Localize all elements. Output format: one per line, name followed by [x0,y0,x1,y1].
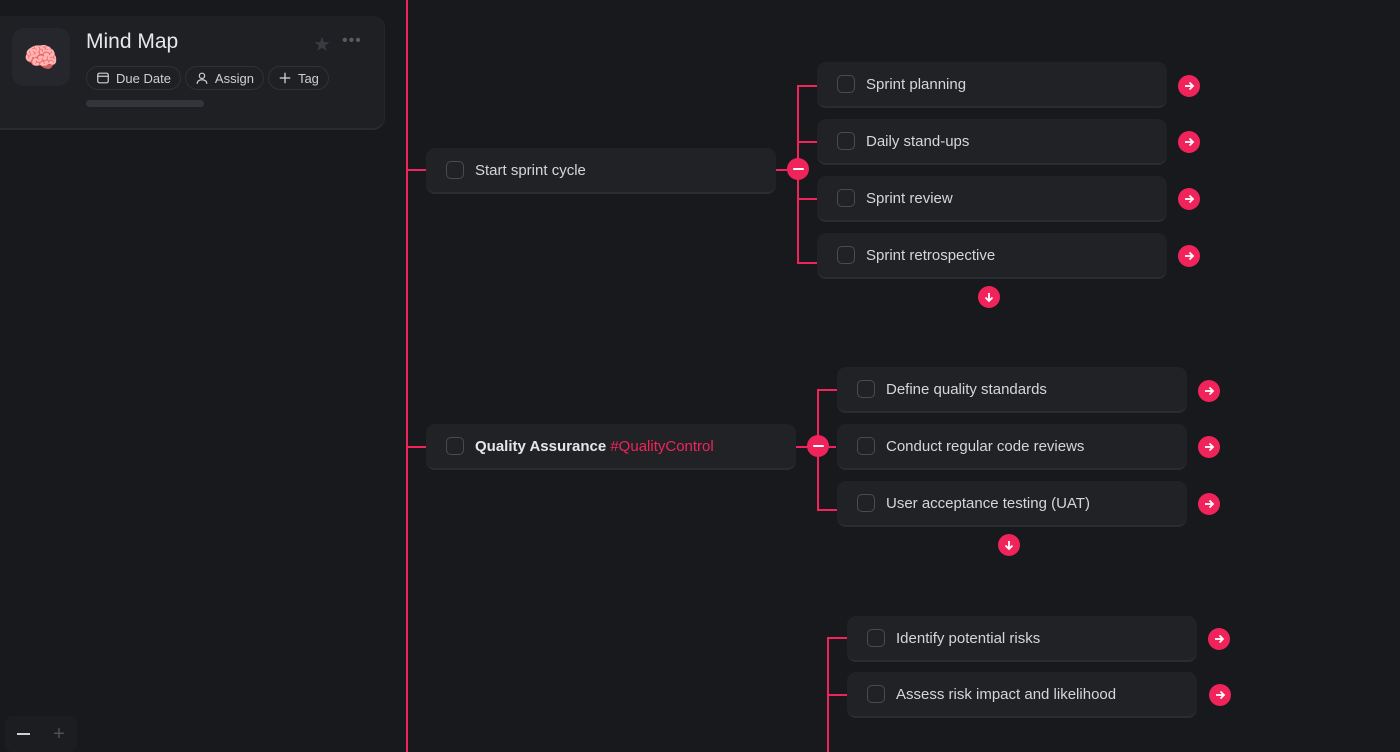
child-connector [797,198,817,200]
add-child-button[interactable] [978,286,1000,308]
minus-icon [792,167,804,171]
arrow-right-icon [1215,634,1225,644]
checkbox[interactable] [446,161,464,179]
zoom-controls: + [5,716,77,752]
branch-connector [406,169,426,171]
child-connector [817,389,837,391]
arrow-right-icon [1205,386,1215,396]
child-node[interactable]: Conduct regular code reviews [837,424,1187,470]
zoom-in-button[interactable]: + [41,716,77,752]
node-label: Conduct regular code reviews [886,437,1085,455]
node-label: Sprint planning [866,75,967,93]
child-connector [827,637,847,639]
node-tag[interactable]: #QualityControl [610,438,713,455]
open-node-button[interactable] [1178,188,1200,210]
arrow-right-icon [1185,81,1195,91]
chip-row: Due Date Assign Tag [86,66,329,90]
plus-icon [279,72,291,84]
due-date-button[interactable]: Due Date [86,66,181,90]
tag-label: Tag [297,70,319,86]
assign-button[interactable]: Assign [184,66,264,90]
child-connector [797,141,817,143]
tag-button[interactable]: Tag [267,66,329,90]
node-label: Define quality standards [886,380,1047,398]
child-node[interactable]: Sprint retrospective [817,233,1167,279]
checkbox[interactable] [837,132,855,150]
more-options-icon[interactable]: ••• [342,32,362,50]
children-vertical-corner [797,254,799,264]
arrow-right-icon [1205,442,1215,452]
mind-map-canvas[interactable]: 🧠 Mind Map ★ ••• Due Date Assign Tag Sta… [0,0,1400,752]
checkbox[interactable] [867,685,885,703]
open-node-button[interactable] [1178,131,1200,153]
child-connector [797,85,817,87]
child-connector [797,262,817,264]
open-node-button[interactable] [1208,628,1230,650]
node-title: Quality Assurance [475,437,607,455]
progress-bar [86,100,204,107]
checkbox[interactable] [857,380,875,398]
branch-node[interactable]: Quality Assurance #QualityControl [426,424,796,470]
arrow-down-icon [984,293,994,303]
arrow-right-icon [1185,137,1195,147]
open-node-button[interactable] [1198,493,1220,515]
checkbox[interactable] [867,629,885,647]
child-node[interactable]: User acceptance testing (UAT) [837,481,1187,527]
node-label: Daily stand-ups [866,132,970,150]
open-node-button[interactable] [1198,436,1220,458]
node-label: Sprint retrospective [866,246,996,264]
checkbox[interactable] [446,437,464,455]
arrow-down-icon [1004,541,1014,551]
checkbox[interactable] [837,246,855,264]
map-title[interactable]: Mind Map [86,30,178,54]
arrow-right-icon [1216,690,1226,700]
plus-icon: + [53,722,65,745]
collapse-button[interactable] [807,435,829,457]
child-node[interactable]: Define quality standards [837,367,1187,413]
branch-connector [406,446,426,448]
checkbox[interactable] [837,75,855,93]
child-node[interactable]: Identify potential risks [847,616,1197,662]
branch-node[interactable]: Start sprint cycle [426,148,776,194]
minus-icon [16,733,30,735]
node-label: Sprint review [866,189,953,207]
arrow-right-icon [1185,251,1195,261]
child-connector [817,509,837,511]
open-node-button[interactable] [1198,380,1220,402]
node-label: Quality Assurance #QualityControl [475,438,714,455]
arrow-right-icon [1205,499,1215,509]
child-node[interactable]: Daily stand-ups [817,119,1167,165]
child-connector [827,694,847,696]
open-node-button[interactable] [1178,245,1200,267]
checkbox[interactable] [837,189,855,207]
collapse-button[interactable] [787,158,809,180]
open-node-button[interactable] [1178,75,1200,97]
child-node[interactable]: Sprint review [817,176,1167,222]
child-node[interactable]: Assess risk impact and likelihood [847,672,1197,718]
minus-icon [812,444,824,448]
user-icon [196,72,208,84]
zoom-out-button[interactable] [5,716,41,752]
add-child-button[interactable] [998,534,1020,556]
checkbox[interactable] [857,494,875,512]
calendar-icon [97,72,109,84]
brain-icon[interactable]: 🧠 [12,28,70,86]
node-label: Start sprint cycle [475,161,586,179]
arrow-right-icon [1185,194,1195,204]
checkbox[interactable] [857,437,875,455]
due-date-label: Due Date [116,70,171,86]
node-label: Identify potential risks [896,629,1041,647]
star-icon[interactable]: ★ [313,32,331,57]
mind-map-header-card: 🧠 Mind Map ★ ••• Due Date Assign Tag [0,16,385,130]
node-label: Assess risk impact and likelihood [896,685,1117,703]
node-label: User acceptance testing (UAT) [886,494,1090,512]
assign-label: Assign [214,70,254,86]
child-node[interactable]: Sprint planning [817,62,1167,108]
open-node-button[interactable] [1209,684,1231,706]
spine-line [406,0,408,752]
